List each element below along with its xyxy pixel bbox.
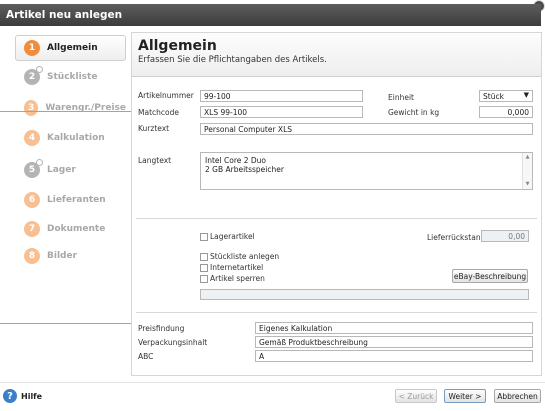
- checkbox-label: Internetartikel: [210, 263, 264, 272]
- checkbox-box: [200, 232, 208, 241]
- textarea-scrollbar[interactable]: ▲ ▼: [522, 153, 532, 189]
- sidebar-item-kalkulation[interactable]: 4 Kalkulation: [16, 126, 126, 150]
- verpackungsinhalt-label: Verpackungsinhalt: [138, 338, 208, 347]
- lieferrueckstand-field: 0,00: [481, 230, 529, 242]
- artikelnummer-label: Artikelnummer: [138, 91, 194, 100]
- checkbox-label: Lagerartikel: [210, 232, 255, 241]
- sidebar-item-lieferanten[interactable]: 6 Lieferanten: [16, 188, 126, 212]
- lieferrueckstand-label: Lieferrückstand: [427, 233, 486, 242]
- page-title: Allgemein: [138, 38, 217, 54]
- question-circle-icon: ?: [3, 389, 17, 403]
- checkbox-box: [200, 252, 208, 261]
- preisfindung-field[interactable]: Eigenes Kalkulation: [255, 322, 533, 334]
- back-button[interactable]: < Zurück: [395, 389, 437, 403]
- einheit-label: Einheit: [388, 93, 414, 102]
- step-3-icon: 3: [24, 100, 39, 116]
- step-1-icon: 1: [24, 40, 40, 56]
- window-title: Artikel neu anlegen: [6, 9, 123, 21]
- gewicht-field[interactable]: 0,000: [479, 106, 533, 118]
- kurztext-label: Kurztext: [138, 124, 170, 133]
- sidebar-item-bilder[interactable]: 8 Bilder: [16, 244, 126, 268]
- sperrgrund-field: [200, 289, 529, 300]
- checkbox-box: [200, 263, 208, 272]
- step-number: 5: [28, 165, 36, 175]
- sidebar-item-label: Stückliste: [47, 72, 98, 82]
- step-6-icon: 6: [24, 192, 40, 208]
- wizard-window: Artikel neu anlegen 1 Allgemein 2 Stückl…: [0, 0, 545, 411]
- title-bar: Artikel neu anlegen: [0, 4, 541, 26]
- step-5-icon: 5: [24, 159, 43, 178]
- sidebar-item-label: Lieferanten: [47, 195, 106, 205]
- content-panel: Allgemein Erfassen Sie die Pflichtangabe…: [131, 32, 542, 376]
- langtext-label: Langtext: [138, 156, 172, 165]
- sidebar-item-label: Kalkulation: [47, 133, 105, 143]
- step-2-icon: 2: [24, 66, 43, 85]
- sub-indicator-icon: [36, 66, 43, 73]
- sidebar-item-allgemein[interactable]: 1 Allgemein: [15, 35, 126, 61]
- sidebar-item-stueckliste[interactable]: 2 Stückliste: [16, 65, 126, 89]
- sidebar-item-label: Dokumente: [47, 224, 106, 234]
- divider: [136, 312, 537, 313]
- sidebar-item-label: Allgemein: [47, 43, 98, 53]
- matchcode-label: Matchcode: [138, 108, 179, 117]
- help-button[interactable]: ? Hilfe: [3, 389, 42, 403]
- langtext-line: Intel Core 2 Duo: [205, 156, 267, 165]
- langtext-textarea[interactable]: Intel Core 2 Duo 2 GB Arbeitsspeicher ▲ ▼: [200, 152, 533, 190]
- abc-label: ABC: [138, 352, 154, 361]
- annotation-leader-line: [0, 323, 150, 324]
- sidebar-item-label: Bilder: [47, 251, 78, 261]
- einheit-select[interactable]: Stück ▼: [479, 90, 533, 102]
- help-label: Hilfe: [21, 391, 43, 401]
- panel-header: Allgemein Erfassen Sie die Pflichtangabe…: [132, 33, 541, 77]
- step-number: 2: [28, 72, 36, 82]
- artikel-sperren-checkbox[interactable]: Artikel sperren: [200, 274, 265, 283]
- sidebar-item-label: Lager: [47, 165, 76, 175]
- cancel-button[interactable]: Abbrechen: [494, 389, 541, 403]
- sidebar-item-dokumente[interactable]: 7 Dokumente: [16, 217, 126, 241]
- step-7-icon: 7: [24, 221, 40, 237]
- abc-field[interactable]: A: [255, 350, 533, 362]
- matchcode-field[interactable]: XLS 99-100: [200, 106, 363, 118]
- checkbox-label: Stückliste anlegen: [210, 252, 280, 261]
- step-4-icon: 4: [24, 130, 40, 146]
- sidebar-item-lager[interactable]: 5 Lager: [16, 158, 126, 182]
- lagerartikel-checkbox[interactable]: Lagerartikel: [200, 232, 255, 241]
- page-subtitle: Erfassen Sie die Pflichtangaben des Arti…: [138, 55, 327, 65]
- internetartikel-checkbox[interactable]: Internetartikel: [200, 263, 263, 272]
- divider: [136, 218, 537, 219]
- verpackungsinhalt-field[interactable]: Gemäß Produktbeschreibung: [255, 336, 533, 348]
- langtext-line: 2 GB Arbeitsspeicher: [205, 165, 284, 174]
- kurztext-field[interactable]: Personal Computer XLS: [200, 123, 533, 135]
- chevron-down-icon: ▼: [523, 91, 529, 99]
- sidebar-item-warengr-preise[interactable]: 3 Warengr./Preise: [16, 96, 126, 120]
- stueckliste-anlegen-checkbox[interactable]: Stückliste anlegen: [200, 252, 279, 261]
- einheit-value: Stück: [483, 92, 504, 101]
- sub-indicator-icon: [36, 159, 43, 166]
- step-8-icon: 8: [24, 248, 40, 264]
- ebay-description-button[interactable]: eBay-Beschreibung: [452, 269, 528, 283]
- checkbox-label: Artikel sperren: [210, 274, 265, 283]
- checkbox-box: [200, 274, 208, 283]
- gewicht-label: Gewicht in kg: [388, 108, 440, 117]
- artikelnummer-field[interactable]: 99-100: [200, 90, 363, 102]
- next-button[interactable]: Weiter >: [444, 389, 486, 403]
- annotation-leader-line: [0, 111, 150, 112]
- preisfindung-label: Preisfindung: [138, 324, 185, 333]
